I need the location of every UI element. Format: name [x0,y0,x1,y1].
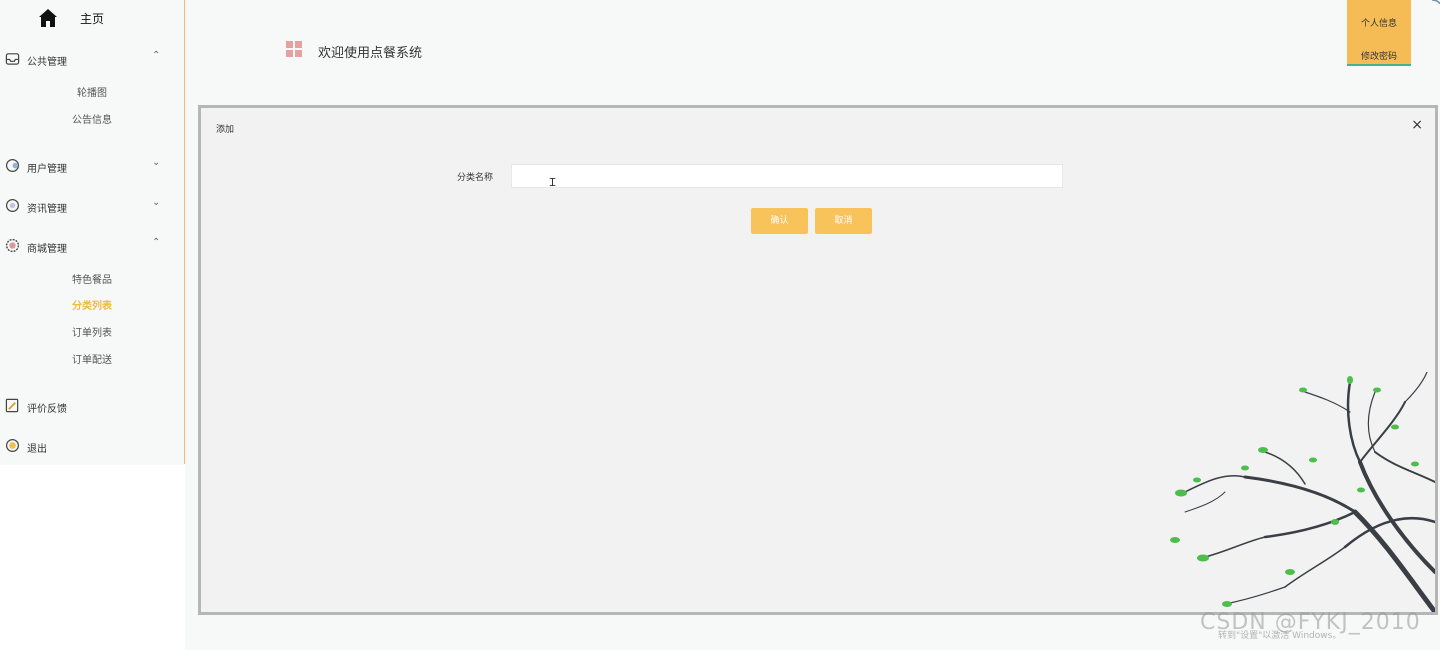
sidebar-item-public[interactable]: 公共管理 ⌃ [0,47,184,71]
grid-icon [286,41,302,57]
sidebar-item-logout[interactable]: 退出 [0,434,184,458]
corner-decoration [1432,0,1440,4]
add-dialog: 添加 × 分类名称 Ｉ 确认 取消 [198,105,1438,615]
home-icon [39,9,57,27]
user-menu: 个人信息 修改密码 [1347,0,1411,66]
sidebar-home-label: 主页 [80,12,105,26]
tree-decoration [1170,372,1435,612]
sidebar-sub-carousel[interactable]: 轮播图 [0,84,184,104]
chevron-up-icon: ⌃ [152,237,161,248]
close-icon[interactable]: × [1411,117,1423,133]
sidebar-item-feedback[interactable]: 评价反馈 [0,394,184,418]
cancel-button[interactable]: 取消 [815,208,872,234]
circle-icon [5,158,20,173]
category-name-input[interactable] [511,164,1063,188]
sidebar-item-news[interactable]: 资讯管理 ⌄ [0,194,184,218]
inbox-icon [5,53,20,65]
sidebar-item-label: 公共管理 [27,57,67,68]
sidebar-sub-featured[interactable]: 特色餐品 [0,271,184,291]
chevron-up-icon: ⌃ [152,50,161,61]
activation-text: 转到"设置"以激活 Windows。 [1218,631,1342,641]
chevron-down-icon: ⌄ [152,197,161,208]
sidebar-item-label: 资讯管理 [27,204,67,215]
dialog-title: 添加 [216,125,235,135]
circle-icon [5,198,20,213]
sidebar-item-users[interactable]: 用户管理 ⌄ [0,154,184,178]
gear-icon [5,238,20,253]
sidebar-sub-delivery[interactable]: 订单配送 [0,351,184,371]
confirm-button[interactable]: 确认 [751,208,808,234]
sidebar-sub-notice[interactable]: 公告信息 [0,111,184,131]
change-password-link[interactable]: 修改密码 [1347,49,1411,62]
profile-link[interactable]: 个人信息 [1347,16,1411,29]
text-cursor-icon: Ｉ [547,176,558,189]
feedback-icon [5,398,19,413]
sidebar-item-label: 商城管理 [27,244,67,255]
sidebar-sub-orders[interactable]: 订单列表 [0,324,184,344]
sidebar-bottom-area [0,465,185,650]
sidebar-home[interactable]: 主页 [0,0,184,36]
exit-icon [5,438,20,453]
sidebar-item-label: 评价反馈 [27,404,67,415]
page-title: 欢迎使用点餐系统 [318,46,423,61]
sidebar-item-label: 用户管理 [27,164,67,175]
chevron-down-icon: ⌄ [152,157,161,168]
sidebar-sub-category[interactable]: 分类列表 [0,297,184,317]
category-name-label: 分类名称 [457,173,494,183]
sidebar-item-label: 退出 [27,444,47,455]
sidebar-item-shop[interactable]: 商城管理 ⌃ [0,234,184,258]
sidebar: 主页 公共管理 ⌃ 轮播图 公告信息 用户管理 ⌄ 资讯管理 ⌄ 商城管理 ⌃ [0,0,185,464]
